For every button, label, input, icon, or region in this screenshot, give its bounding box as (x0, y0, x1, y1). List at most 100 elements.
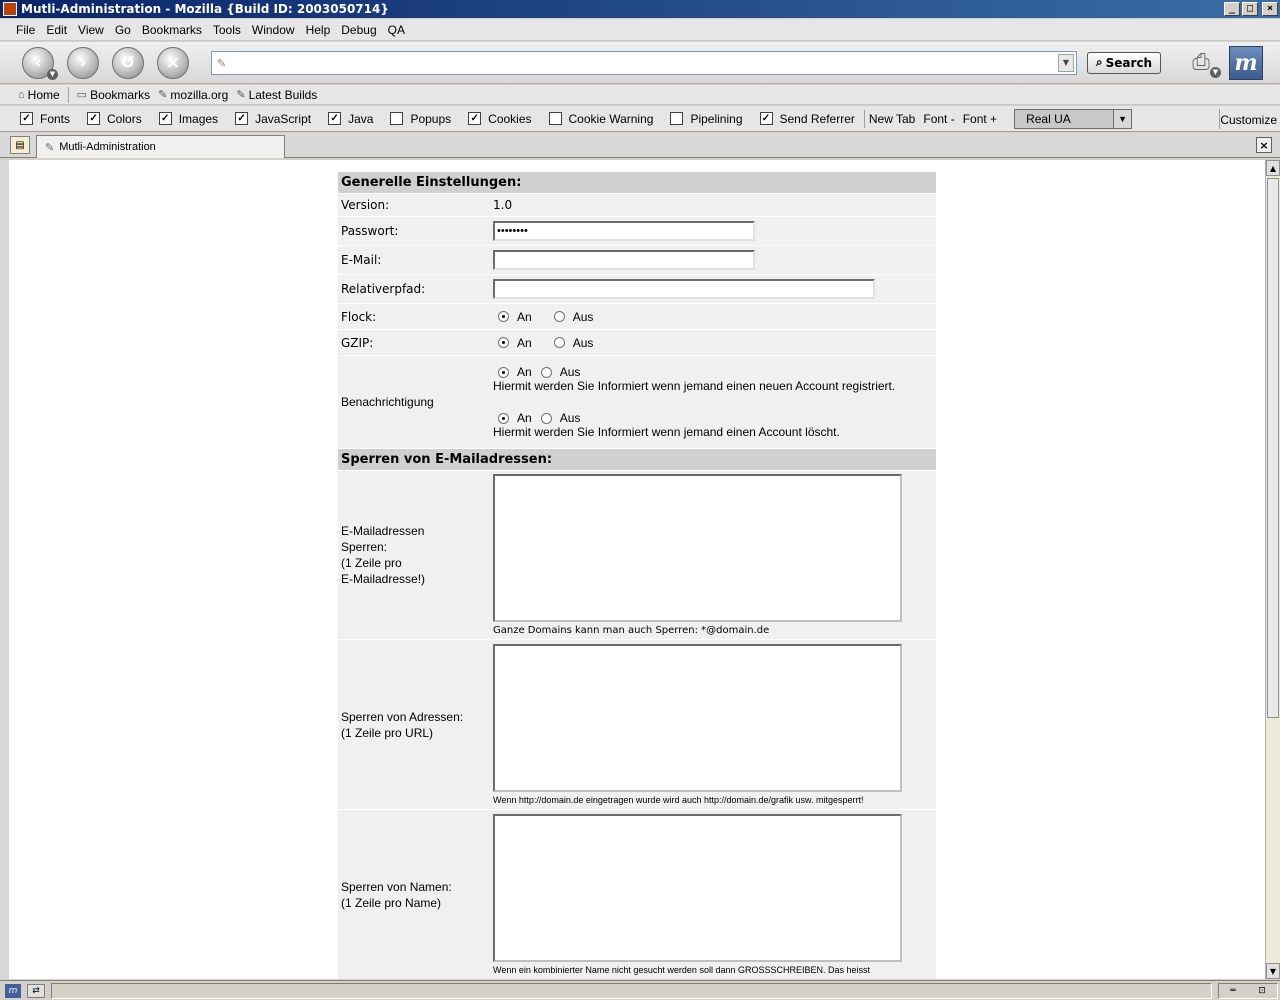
flock-on-radio[interactable] (498, 311, 509, 322)
notify-register-on-radio[interactable] (498, 366, 509, 378)
menu-tools[interactable]: Tools (213, 23, 241, 37)
block-email-textarea[interactable] (493, 474, 902, 622)
tab-mutli-administration[interactable]: ✎ Mutli-Administration (36, 135, 285, 158)
home-button[interactable]: ⌂ Home (18, 88, 60, 102)
page-icon: ✎ (217, 56, 227, 70)
status-text (51, 982, 1212, 999)
email-field[interactable] (493, 250, 755, 270)
checkbox-icon[interactable] (670, 112, 684, 125)
pref-cookies[interactable]: ✓ Cookies (468, 111, 532, 126)
url-input[interactable] (212, 52, 1058, 73)
pref-popups[interactable]: Popups (390, 112, 451, 126)
checkbox-icon[interactable]: ✓ (328, 112, 342, 125)
pref-pipelining[interactable]: Pipelining (670, 112, 743, 126)
menu-edit[interactable]: Edit (46, 23, 67, 37)
checkbox-icon[interactable]: ✓ (87, 112, 101, 125)
checkbox-icon[interactable]: ✓ (468, 112, 482, 125)
maximize-button[interactable]: □ (1242, 2, 1258, 16)
menu-go[interactable]: Go (115, 23, 131, 37)
block-email-label-line: Sperren: (341, 540, 388, 554)
block-email-label-line: (1 Zeile pro (341, 556, 402, 570)
back-button[interactable]: ‹ ▼ (22, 46, 58, 80)
menu-file[interactable]: File (16, 23, 35, 37)
menu-debug[interactable]: Debug (341, 23, 376, 37)
pref-cookie-warning[interactable]: Cookie Warning (548, 112, 653, 126)
pref-images[interactable]: ✓ Images (158, 111, 219, 126)
scroll-thumb[interactable] (1267, 178, 1279, 718)
chevron-down-icon[interactable]: ▼ (1113, 109, 1132, 128)
close-window-button[interactable]: × (1262, 2, 1278, 16)
pref-send-referrer[interactable]: ✓ Send Referrer (759, 111, 855, 126)
user-agent-select[interactable]: Real UA ▼ (1014, 108, 1133, 129)
menu-help[interactable]: Help (306, 23, 331, 37)
mozilla-org-link[interactable]: ✎ mozilla.org (158, 88, 228, 102)
scroll-up-icon[interactable]: ▲ (1266, 160, 1280, 176)
stop-button[interactable]: × (157, 46, 189, 79)
menu-qa[interactable]: QA (388, 23, 405, 37)
magnifier-icon: ⌕ (1095, 55, 1103, 69)
password-field[interactable] (493, 221, 755, 241)
notify-delete-on-label: An (517, 411, 532, 425)
menu-view[interactable]: View (78, 23, 104, 37)
settings-form: Generelle Einstellungen: Version: 1.0 Pa… (338, 172, 936, 979)
gzip-on-label: An (517, 335, 532, 350)
scroll-down-icon[interactable]: ▼ (1266, 963, 1280, 979)
forward-button[interactable]: › (67, 46, 99, 79)
customize-button[interactable]: Customize (1220, 113, 1277, 127)
checkbox-icon[interactable] (548, 112, 562, 125)
search-button[interactable]: ⌕ Search (1087, 51, 1161, 74)
print-button[interactable]: ⎙ ▼ (1185, 48, 1221, 78)
block-email-label-line: E-Mailadresse!) (341, 572, 426, 586)
block-addr-label-line: Sperren von Adressen: (341, 709, 464, 724)
checkbox-icon[interactable]: ✓ (235, 112, 249, 125)
pref-label: Cookies (488, 111, 532, 126)
sidebar-grippy[interactable] (0, 160, 9, 979)
notify-delete-on-radio[interactable] (498, 412, 509, 424)
status-indicators: ═ ⊡ (1218, 982, 1278, 999)
mozilla-status-icon[interactable]: m (5, 983, 21, 998)
minimize-button[interactable]: _ (1224, 2, 1240, 16)
mozilla-logo-icon[interactable]: m (1229, 45, 1263, 80)
url-bar[interactable]: ✎ ▼ (211, 50, 1077, 75)
relpath-field[interactable] (493, 279, 875, 299)
pref-javascript[interactable]: ✓ JavaScript (235, 112, 311, 126)
menu-bookmarks[interactable]: Bookmarks (142, 23, 202, 37)
new-tab-button[interactable]: New Tab (869, 112, 915, 126)
checkbox-icon[interactable]: ✓ (759, 112, 773, 125)
pref-label: Java (348, 111, 374, 126)
checkbox-icon[interactable]: ✓ (158, 112, 172, 125)
gzip-off-radio[interactable] (553, 337, 565, 348)
url-history-dropdown-icon[interactable]: ▼ (1058, 53, 1074, 72)
pref-label: Send Referrer (779, 111, 855, 126)
block-addr-textarea[interactable] (493, 644, 902, 792)
bookmark-icon: ✎ (158, 89, 168, 101)
navigation-toolbar: ‹ ▼ › ↺ × ✎ ▼ ⌕ Search ⎙ ▼ m (0, 42, 1280, 84)
pref-label: Images (178, 111, 219, 126)
bookmark-icon: ✎ (236, 89, 246, 101)
font-minus-button[interactable]: Font - (923, 112, 954, 126)
menu-window[interactable]: Window (252, 23, 295, 37)
reload-button[interactable]: ↺ (112, 46, 144, 79)
pref-java[interactable]: ✓ Java (328, 112, 373, 126)
checkbox-icon[interactable]: ✓ (20, 112, 33, 125)
latest-builds-link[interactable]: ✎ Latest Builds (236, 88, 317, 102)
gzip-on-radio[interactable] (498, 337, 509, 348)
notify-delete-off-radio[interactable] (540, 412, 552, 424)
flock-off-radio[interactable] (553, 311, 565, 322)
vertical-scrollbar[interactable]: ▲ ▼ (1265, 160, 1280, 979)
reload-icon: ↺ (120, 52, 136, 73)
font-plus-button[interactable]: Font + (963, 112, 997, 126)
pref-fonts[interactable]: ✓ Fonts (20, 112, 70, 126)
pref-separator (863, 109, 865, 128)
back-dropdown-icon[interactable]: ▼ (47, 68, 58, 80)
flock-label: Flock: (338, 303, 490, 330)
block-name-textarea[interactable] (493, 814, 902, 962)
checkbox-icon[interactable] (390, 112, 404, 125)
close-tab-button[interactable]: × (1256, 137, 1272, 153)
bookmarks-button[interactable]: ▭ Bookmarks (77, 88, 150, 102)
pref-colors[interactable]: ✓ Colors (87, 112, 142, 126)
notify-register-off-radio[interactable] (540, 366, 552, 378)
new-tab-icon[interactable]: ▤ (10, 136, 30, 154)
print-dropdown-icon[interactable]: ▼ (1210, 66, 1221, 78)
online-status-icon[interactable]: ⇄ (27, 983, 45, 998)
